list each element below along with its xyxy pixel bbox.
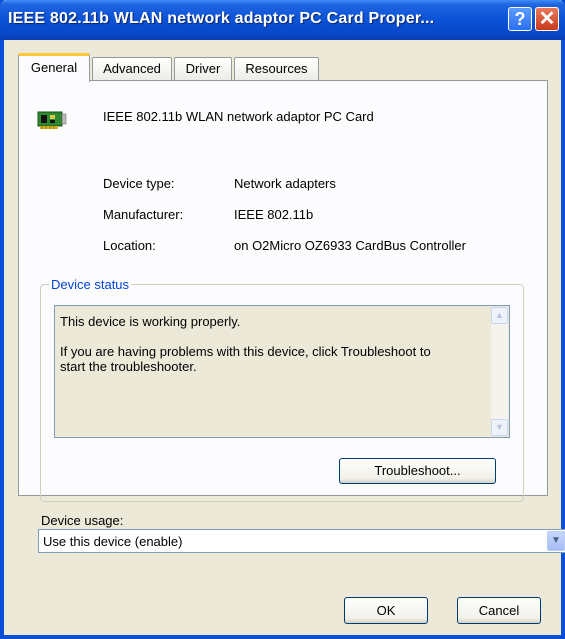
- device-status-legend: Device status: [49, 277, 132, 292]
- general-tab-panel: IEEE 802.11b WLAN network adaptor PC Car…: [18, 80, 548, 502]
- close-button[interactable]: ✕: [535, 7, 559, 31]
- network-card-icon: [37, 111, 67, 129]
- device-usage-label: Device usage:: [41, 513, 124, 528]
- manufacturer-label: Manufacturer:: [103, 207, 184, 222]
- help-icon: ?: [514, 9, 526, 29]
- close-icon: ✕: [538, 8, 556, 30]
- tab-driver[interactable]: Driver: [174, 57, 232, 81]
- status-line-1: This device is working properly.: [60, 314, 241, 329]
- status-line-3: start the troubleshooter.: [60, 359, 197, 374]
- ok-button[interactable]: OK: [344, 597, 428, 624]
- device-usage-select[interactable]: Use this device (enable) ▼: [38, 529, 565, 553]
- device-type-label: Device type:: [103, 176, 175, 191]
- troubleshoot-button[interactable]: Troubleshoot...: [339, 458, 496, 484]
- scroll-down-arrow-icon[interactable]: ▼: [491, 419, 508, 436]
- status-scrollbar[interactable]: ▲ ▼: [491, 307, 508, 436]
- properties-dialog: IEEE 802.11b WLAN network adaptor PC Car…: [0, 0, 565, 639]
- scroll-up-arrow-icon[interactable]: ▲: [491, 307, 508, 324]
- cancel-button[interactable]: Cancel: [457, 597, 541, 624]
- tab-advanced[interactable]: Advanced: [92, 57, 172, 81]
- location-value: on O2Micro OZ6933 CardBus Controller: [234, 238, 466, 253]
- device-name: IEEE 802.11b WLAN network adaptor PC Car…: [103, 109, 374, 124]
- tab-general[interactable]: General: [18, 53, 90, 82]
- window-title: IEEE 802.11b WLAN network adaptor PC Car…: [8, 10, 435, 27]
- device-type-value: Network adapters: [234, 176, 336, 191]
- device-status-textbox[interactable]: This device is working properly. If you …: [54, 305, 510, 438]
- manufacturer-value: IEEE 802.11b: [234, 207, 314, 222]
- tab-resources[interactable]: Resources: [234, 57, 319, 81]
- chevron-down-icon[interactable]: ▼: [547, 531, 565, 551]
- location-label: Location:: [103, 238, 156, 253]
- device-usage-value: Use this device (enable): [43, 534, 183, 549]
- status-line-2: If you are having problems with this dev…: [60, 344, 431, 359]
- title-bar[interactable]: IEEE 802.11b WLAN network adaptor PC Car…: [0, 0, 565, 40]
- help-button[interactable]: ?: [508, 7, 532, 31]
